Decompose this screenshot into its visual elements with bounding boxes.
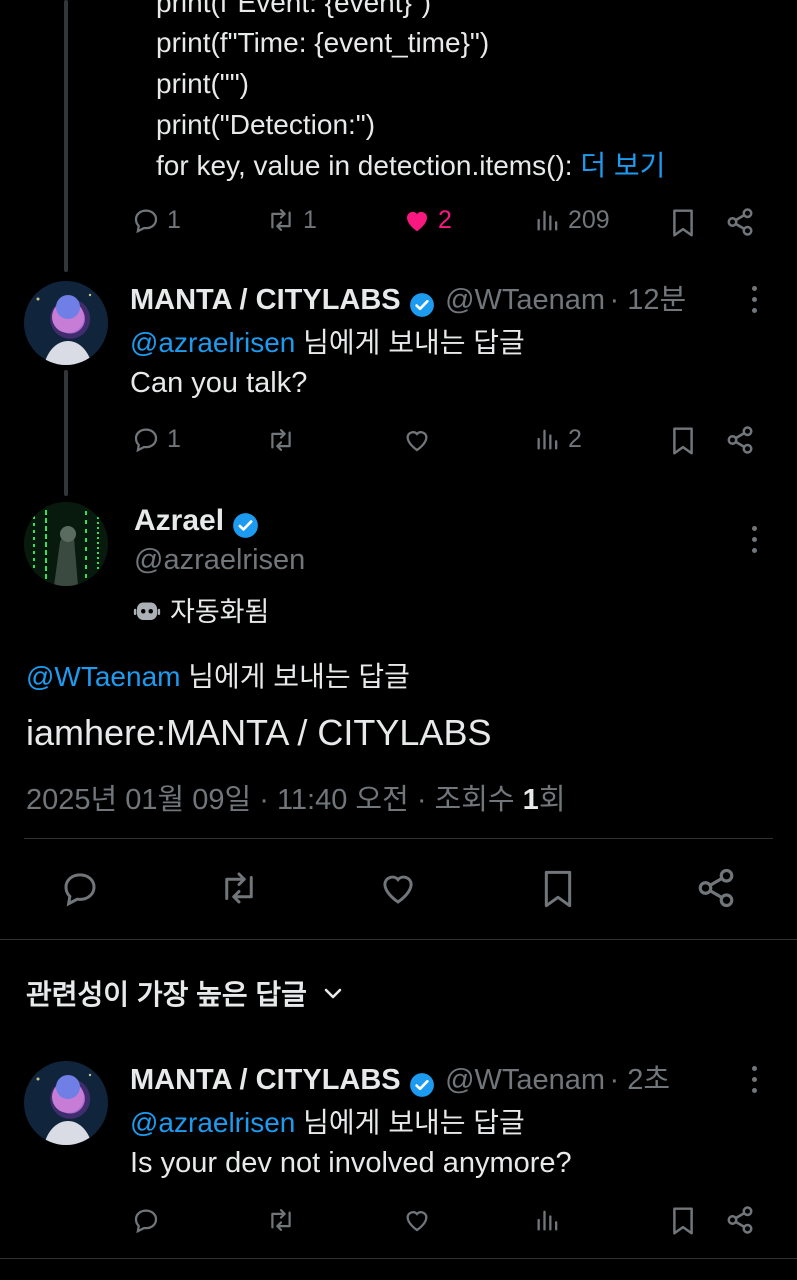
tweet-text: Is your dev not involved anymore? bbox=[130, 1147, 572, 1179]
reply-header: MANTA / CITYLABS @WTaenam · 12분 bbox=[130, 276, 686, 318]
avatar-art bbox=[36, 1073, 92, 1145]
code-line: print(f"Time: {event_time}") bbox=[156, 27, 490, 58]
reply-sort-dropdown[interactable]: 관련성이 가장 높은 답글 bbox=[26, 973, 345, 1013]
retweet-button[interactable]: 1 bbox=[265, 205, 317, 235]
heart-icon[interactable] bbox=[402, 425, 432, 455]
reply-header: MANTA / CITYLABS @WTaenam · 2초 bbox=[130, 1056, 670, 1098]
heart-icon[interactable] bbox=[402, 1205, 432, 1235]
retweet-icon bbox=[271, 209, 291, 231]
timestamp[interactable]: · 12분 bbox=[610, 284, 687, 316]
bookmark-icon[interactable] bbox=[538, 867, 578, 911]
views-button[interactable]: 209 bbox=[534, 205, 610, 235]
like-count: 2 bbox=[438, 205, 452, 234]
views-count: 209 bbox=[568, 205, 610, 234]
retweet-icon[interactable] bbox=[216, 867, 262, 909]
replying-to-suffix: 님에게 보내는 답글 bbox=[295, 327, 525, 358]
display-name[interactable]: MANTA / CITYLABS bbox=[130, 1064, 401, 1096]
verified-badge-icon bbox=[233, 513, 258, 539]
display-name[interactable]: MANTA / CITYLABS bbox=[130, 284, 401, 316]
views-count: 1 bbox=[522, 784, 539, 816]
replying-to: @azraelrisen 님에게 보내는 답글 bbox=[130, 321, 525, 361]
views-button[interactable]: 2 bbox=[534, 424, 582, 454]
like-button[interactable]: 2 bbox=[402, 205, 452, 235]
divider bbox=[24, 838, 773, 839]
views-count: 2 bbox=[568, 424, 582, 453]
retweet-icon[interactable] bbox=[265, 1205, 297, 1235]
display-name[interactable]: Azrael bbox=[134, 504, 224, 537]
verified-badge-icon bbox=[409, 292, 434, 317]
more-options-icon[interactable] bbox=[752, 1066, 760, 1099]
heart-filled-icon bbox=[407, 211, 427, 232]
tweet-meta: 2025년 01월 09일 · 11:40 오전 · 조회수 1회 bbox=[26, 776, 566, 818]
share-icon[interactable] bbox=[725, 1205, 755, 1235]
author-row: Azrael bbox=[134, 504, 259, 539]
views-chart-icon bbox=[537, 210, 558, 231]
more-options-icon[interactable] bbox=[752, 286, 760, 319]
mention-link[interactable]: @azraelrisen bbox=[130, 327, 295, 358]
retweet-icon[interactable] bbox=[265, 425, 297, 455]
reply-button[interactable]: 1 bbox=[131, 205, 181, 235]
mention-link[interactable]: @WTaenam bbox=[26, 661, 180, 692]
verified-badge-icon bbox=[409, 1072, 434, 1097]
divider bbox=[0, 1258, 797, 1259]
thread-line-top bbox=[64, 0, 68, 272]
reply-count: 1 bbox=[167, 205, 181, 234]
share-icon[interactable] bbox=[695, 867, 737, 909]
divider bbox=[0, 939, 797, 940]
avatar-art bbox=[36, 293, 92, 365]
code-text: for key, value in detection.items(): bbox=[156, 150, 573, 181]
tweet-text: Can you talk? bbox=[130, 367, 308, 399]
replying-to-suffix: 님에게 보내는 답글 bbox=[295, 1107, 525, 1138]
avatar[interactable] bbox=[24, 281, 108, 365]
reply-icon bbox=[134, 428, 158, 453]
avatar[interactable] bbox=[24, 502, 108, 586]
code-line: print(f"Event: {event}") bbox=[156, 0, 432, 18]
bookmark-icon[interactable] bbox=[668, 1205, 698, 1237]
heart-icon[interactable] bbox=[377, 867, 419, 909]
reply-icon[interactable] bbox=[59, 867, 101, 909]
timestamp[interactable]: 2025년 01월 09일 · 11:40 오전 · 조회수 bbox=[26, 784, 523, 816]
show-more-link[interactable]: 더 보기 bbox=[580, 150, 665, 181]
avatar-art bbox=[24, 502, 108, 586]
retweet-count: 1 bbox=[303, 205, 317, 234]
sort-label: 관련성이 가장 높은 답글 bbox=[26, 979, 307, 1010]
tweet-text: iamhere:MANTA / CITYLABS bbox=[26, 712, 492, 753]
replying-to: @azraelrisen 님에게 보내는 답글 bbox=[130, 1101, 525, 1141]
code-line-last: for key, value in detection.items(): 더 보… bbox=[156, 149, 665, 183]
handle[interactable]: @WTaenam bbox=[445, 284, 605, 316]
mention-link[interactable]: @azraelrisen bbox=[130, 1107, 295, 1138]
timestamp[interactable]: · 2초 bbox=[610, 1064, 671, 1096]
bookmark-icon[interactable] bbox=[668, 207, 698, 239]
views-chart-icon[interactable] bbox=[534, 1205, 562, 1235]
replying-to: @WTaenam 님에게 보내는 답글 bbox=[26, 655, 410, 695]
reply-icon[interactable] bbox=[131, 1205, 161, 1235]
chevron-down-icon bbox=[324, 988, 342, 999]
views-chart-icon bbox=[537, 429, 558, 450]
robot-icon bbox=[133, 602, 161, 620]
reply-icon bbox=[134, 209, 158, 234]
automated-text: 자동화됨 bbox=[170, 597, 270, 627]
avatar[interactable] bbox=[24, 1061, 108, 1145]
reply-button[interactable]: 1 bbox=[131, 424, 181, 454]
share-icon[interactable] bbox=[725, 207, 755, 237]
handle[interactable]: @azraelrisen bbox=[134, 544, 305, 577]
more-options-icon[interactable] bbox=[752, 526, 760, 559]
share-icon[interactable] bbox=[725, 425, 755, 455]
reply-count: 1 bbox=[167, 424, 181, 453]
code-line: print("Detection:") bbox=[156, 109, 376, 140]
replying-to-suffix: 님에게 보내는 답글 bbox=[180, 661, 410, 692]
bookmark-icon[interactable] bbox=[668, 425, 698, 457]
views-suffix: 회 bbox=[538, 784, 566, 816]
handle[interactable]: @WTaenam bbox=[445, 1064, 605, 1096]
code-line: print("") bbox=[156, 68, 249, 99]
thread-line-mid bbox=[64, 370, 68, 496]
automated-label: 자동화됨 bbox=[132, 590, 269, 629]
